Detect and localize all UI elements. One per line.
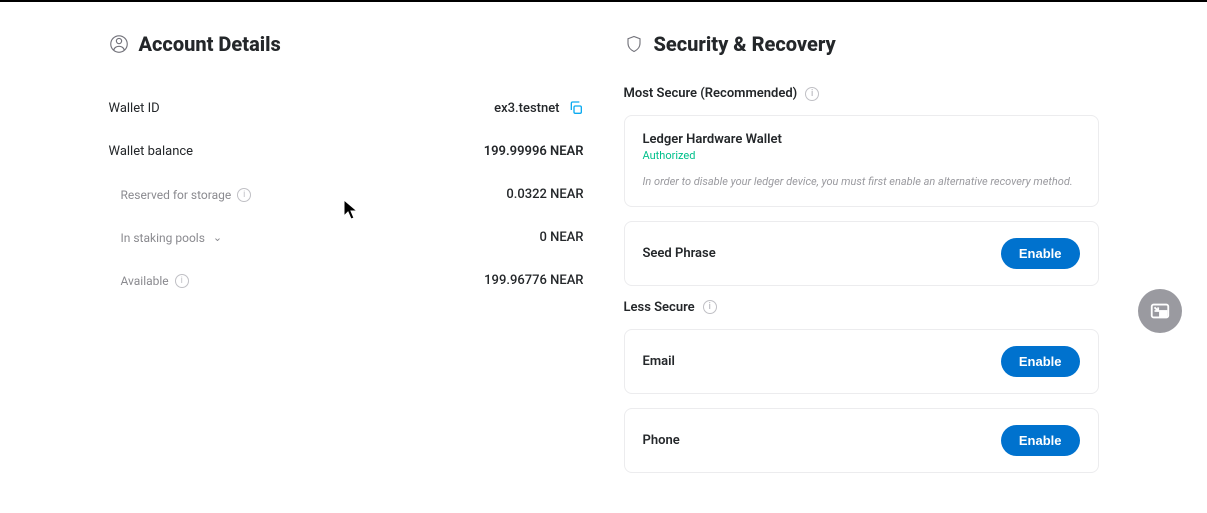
email-card: Email Enable <box>624 329 1099 394</box>
enable-phone-button[interactable]: Enable <box>1001 425 1080 456</box>
ledger-title: Ledger Hardware Wallet <box>643 132 1080 147</box>
security-recovery-section: Security & Recovery Most Secure (Recomme… <box>624 32 1099 487</box>
wallet-balance-label: Wallet balance <box>109 144 194 159</box>
reserved-storage-value: 0.0322 NEAR <box>506 187 583 202</box>
ledger-card: Ledger Hardware Wallet Authorized In ord… <box>624 115 1099 207</box>
available-label: Available <box>121 274 169 288</box>
available-value: 199.96776 NEAR <box>484 273 583 288</box>
email-title: Email <box>643 354 675 369</box>
info-icon[interactable]: i <box>237 188 251 202</box>
copy-icon[interactable] <box>568 100 584 116</box>
info-icon[interactable]: i <box>703 300 717 314</box>
info-icon[interactable]: i <box>175 274 189 288</box>
security-recovery-title: Security & Recovery <box>654 32 836 56</box>
staking-pools-toggle[interactable]: In staking pools ⌄ <box>121 231 223 245</box>
wallet-id-value: ex3.testnet <box>494 101 559 116</box>
seed-phrase-title: Seed Phrase <box>643 246 716 261</box>
shield-icon <box>624 34 644 54</box>
info-icon[interactable]: i <box>805 87 819 101</box>
enable-seed-button[interactable]: Enable <box>1001 238 1080 269</box>
staking-pools-value: 0 NEAR <box>540 230 584 245</box>
user-icon <box>109 34 129 54</box>
enable-email-button[interactable]: Enable <box>1001 346 1080 377</box>
less-secure-label: Less Secure <box>624 300 695 315</box>
staking-pools-label: In staking pools <box>121 231 205 245</box>
wallet-balance-value: 199.99996 NEAR <box>484 144 584 159</box>
account-details-title: Account Details <box>139 32 281 56</box>
reserved-storage-label: Reserved for storage <box>121 188 232 202</box>
ledger-status: Authorized <box>643 149 1080 162</box>
wallet-id-label: Wallet ID <box>109 101 160 116</box>
phone-title: Phone <box>643 433 680 448</box>
ledger-note: In order to disable your ledger device, … <box>643 174 1080 190</box>
account-details-section: Account Details Wallet ID ex3.testnet Wa… <box>109 32 584 487</box>
pip-icon[interactable] <box>1138 289 1182 333</box>
chevron-down-icon: ⌄ <box>213 231 222 244</box>
phone-card: Phone Enable <box>624 408 1099 473</box>
seed-phrase-card: Seed Phrase Enable <box>624 221 1099 286</box>
most-secure-label: Most Secure (Recommended) <box>624 86 798 101</box>
